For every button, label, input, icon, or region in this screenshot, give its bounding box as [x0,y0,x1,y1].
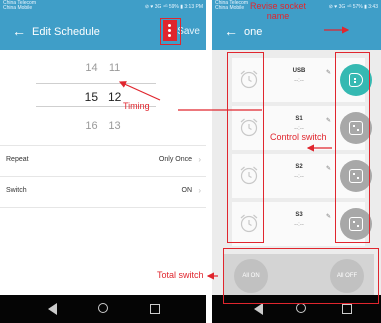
edit-pencil-icon[interactable]: ✎ [326,213,331,220]
nav-home-icon[interactable] [296,303,306,313]
navigation-bar [0,295,206,323]
device-time: --:-- [294,78,304,84]
minute-value: 13 [108,120,121,132]
device-time: --:-- [294,174,304,180]
nav-back-icon[interactable] [254,303,263,315]
control-switch-highlight-box [335,52,370,243]
annotation-revise-socket-name: Revise socket name [250,1,306,21]
time-picker-row[interactable]: 14 11 [0,62,206,78]
annotation-total-switch: Total switch [157,270,204,280]
chevron-right-icon: › [198,186,201,195]
nav-back-icon[interactable] [48,303,57,315]
switch-label: Switch [6,187,27,194]
hour-value: 16 [85,120,98,132]
timing-highlight-box [227,52,264,243]
revise-name-highlight-box [160,18,181,45]
repeat-row[interactable]: Repeat Only Once › [0,145,206,177]
repeat-label: Repeat [6,156,29,163]
minute-value: 12 [107,90,122,104]
annotation-line: Revise socket [250,1,307,11]
repeat-value: Only Once [158,156,192,163]
hour-value: 14 [85,62,98,74]
device-name: USB [292,68,306,74]
total-switch-highlight-box [223,248,379,304]
nav-recents-icon[interactable] [150,304,160,314]
device-name: S3 [295,212,303,218]
socket-name-title: one [244,26,263,38]
back-arrow-icon[interactable]: ← [12,23,26,39]
edit-pencil-icon[interactable]: ✎ [326,117,331,124]
time-picker-row[interactable]: 16 13 [0,120,206,136]
switch-row[interactable]: Switch ON › [0,176,206,208]
picker-divider [36,83,156,84]
annotation-timing: Timing [123,101,150,111]
switch-value: ON [181,187,193,194]
status-icons: ⊘ ♥ 3G ⁴ᴳ 59% ▮ 3:13 PM [144,4,203,10]
page-title: Edit Schedule [32,26,100,38]
edit-pencil-icon[interactable]: ✎ [326,165,331,172]
carrier-text: China Telecom China Mobile [215,0,248,11]
back-arrow-icon[interactable]: ← [224,23,238,39]
device-name: S2 [295,164,303,170]
edit-pencil-icon[interactable]: ✎ [326,69,331,76]
annotation-line: name [266,11,290,21]
annotation-control-switch: Control switch [270,132,327,142]
hour-value: 15 [84,90,98,104]
status-icons: ⊘ ♥ 3G ⁴ᴳ 57% ▮ 3:43 [328,4,378,10]
device-time: --:-- [294,222,304,228]
nav-recents-icon[interactable] [342,304,352,314]
time-picker-selected-row[interactable]: 15 12 [0,90,206,106]
status-bar: China Telecom China Mobile ⊘ ♥ 3G ⁴ᴳ 59%… [0,0,206,13]
minute-value: 11 [108,62,121,74]
carrier-text: China Telecom China Mobile [3,0,36,11]
nav-home-icon[interactable] [98,303,108,313]
chevron-right-icon: › [198,155,201,164]
device-name: S1 [295,116,303,122]
